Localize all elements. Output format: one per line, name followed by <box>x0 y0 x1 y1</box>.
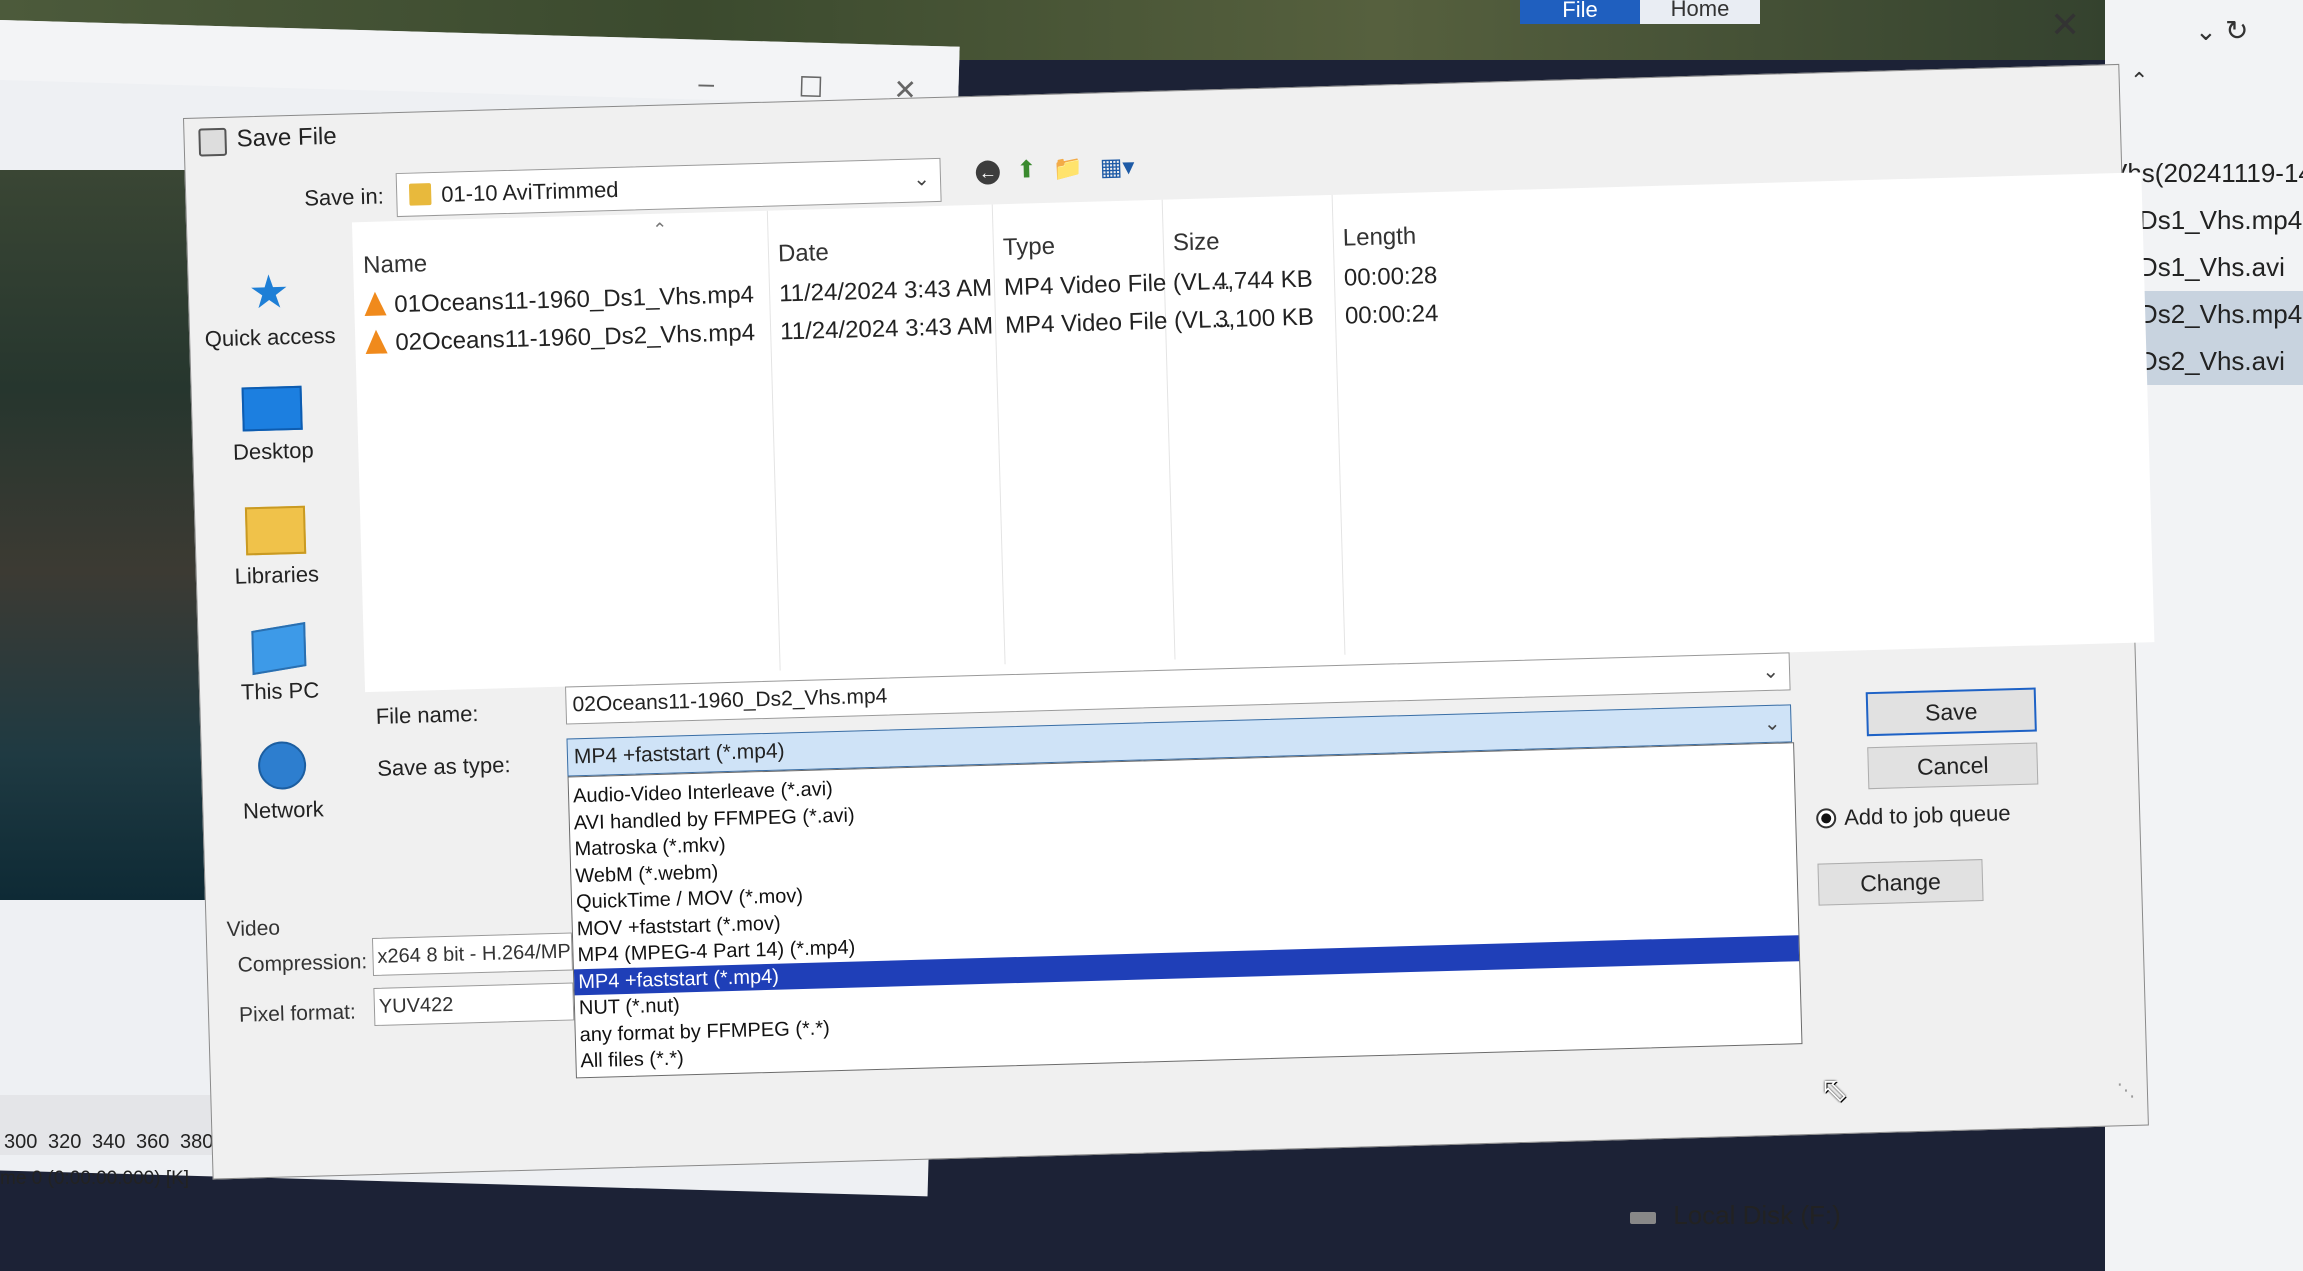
place-label: Libraries <box>234 561 320 589</box>
close-icon[interactable]: ✕ <box>2050 4 2283 46</box>
save-file-dialog: Save File Save in: 01-10 AviTrimmed ⌄ ← … <box>183 63 2155 1180</box>
sort-ascending-icon: ⌃ <box>652 219 668 240</box>
column-header-length[interactable]: Length <box>1342 223 1416 253</box>
add-to-queue-label: Add to job queue <box>1843 800 2011 830</box>
column-header-type[interactable]: Type <box>1003 233 1056 262</box>
save-in-value: 01-10 AviTrimmed <box>440 176 619 207</box>
places-bar: ★ Quick access Desktop Libraries This PC… <box>187 224 363 823</box>
vlc-icon <box>364 329 388 354</box>
tick-label: 360 <box>136 1131 170 1153</box>
save-type-label: Save as type: <box>376 752 511 781</box>
up-folder-icon[interactable]: ⬆ <box>1016 155 1037 185</box>
view-menu-icon[interactable]: ▦▾ <box>1099 152 1135 182</box>
dropdown-option[interactable]: any format by FFMPEG (*.*) <box>579 1015 830 1048</box>
compression-label: Compression: <box>237 950 368 977</box>
drive-item[interactable]: Local Disk (F:) <box>1630 1200 1841 1231</box>
ribbon-tab-file[interactable]: File <box>1520 0 1640 24</box>
chevron-down-icon: ⌄ <box>1763 712 1781 736</box>
chevron-up-icon[interactable]: ⌃ <box>2130 68 2148 94</box>
pixel-format-field[interactable]: YUV422 <box>373 982 575 1027</box>
desktop-icon <box>241 385 303 432</box>
file-name-cell: 01Oceans11-1960_Ds1_Vhs.mp4 <box>363 281 755 320</box>
file-name: 02Oceans11-1960_Ds2_Vhs.mp4 <box>394 319 756 357</box>
computer-icon <box>251 621 307 676</box>
cancel-button[interactable]: Cancel <box>1867 742 2039 790</box>
change-button[interactable]: Change <box>1817 859 1984 906</box>
file-date: 11/24/2024 3:43 AM <box>778 274 993 308</box>
place-network[interactable]: Network <box>201 739 363 825</box>
pixel-format-label: Pixel format: <box>238 1000 357 1027</box>
frame-position: me 0 (0:00:00.000) [K] <box>0 1168 190 1189</box>
video-group-label: Video <box>226 916 281 942</box>
maximize-icon[interactable]: ☐ <box>798 70 824 104</box>
place-label: Quick access <box>204 322 336 352</box>
vlc-icon <box>363 291 387 316</box>
dropdown-option[interactable]: Matroska (*.mkv) <box>574 832 726 862</box>
dropdown-option[interactable]: WebM (*.webm) <box>575 859 719 889</box>
add-to-queue-radio[interactable] <box>1815 808 1837 829</box>
tick-label: 320 <box>48 1131 82 1153</box>
tick-label: 340 <box>92 1131 126 1153</box>
place-label: Desktop <box>232 437 315 465</box>
dropdown-option[interactable]: All files (*.*) <box>580 1045 684 1074</box>
tick-label: 380 <box>180 1131 214 1153</box>
minimize-icon[interactable]: – <box>698 68 714 100</box>
dialog-title: Save File <box>236 122 337 153</box>
libraries-icon <box>244 505 307 556</box>
file-size: 3,100 KB <box>1214 303 1315 334</box>
network-icon <box>257 740 307 791</box>
file-name-value: 02Oceans11-1960_Ds2_Vhs.mp4 <box>572 684 888 717</box>
file-date: 11/24/2024 3:43 AM <box>779 312 994 346</box>
tick-label: 300 <box>4 1131 38 1153</box>
place-this-pc[interactable]: This PC <box>198 621 360 706</box>
save-type-dropdown-list[interactable]: Audio-Video Interleave (*.avi) AVI handle… <box>567 742 1803 1079</box>
place-label: This PC <box>240 677 320 705</box>
new-folder-icon[interactable]: 📁 <box>1053 154 1084 184</box>
mouse-cursor-icon: ⬁ <box>1820 1071 1849 1109</box>
column-header-name[interactable]: Name <box>363 250 428 280</box>
save-in-label: Save in: <box>303 183 385 211</box>
chevron-down-icon: ⌄ <box>912 168 931 191</box>
compression-field[interactable]: x264 8 bit - H.264/MP <box>371 932 573 977</box>
column-header-size[interactable]: Size <box>1172 228 1219 257</box>
file-length: 00:00:28 <box>1343 262 1438 292</box>
navigation-toolbar: ← ⬆ 📁 ▦▾ <box>975 152 1144 186</box>
place-desktop[interactable]: Desktop <box>192 384 354 466</box>
table-row[interactable]: 01Oceans11-1960_Ds1_Vhs.mp4 11/24/2024 3… <box>354 259 1554 318</box>
file-type: MP4 Video File (VL... <box>1004 305 1232 340</box>
file-list[interactable]: ⌃ Name Date Type Size Length 01Oceans11-… <box>351 172 2155 693</box>
column-header-date[interactable]: Date <box>778 239 829 268</box>
save-type-value: MP4 +faststart (*.mp4) <box>573 739 785 769</box>
file-length: 00:00:24 <box>1344 300 1439 330</box>
drive-icon <box>1630 1212 1656 1224</box>
file-type: MP4 Video File (VL... <box>1003 267 1231 302</box>
folder-icon <box>408 183 432 206</box>
ribbon-tab-home[interactable]: Home <box>1640 0 1760 24</box>
chevron-down-icon: ⌄ <box>1762 660 1780 684</box>
file-name: 01Oceans11-1960_Ds1_Vhs.mp4 <box>393 281 755 319</box>
file-size: 4,744 KB <box>1213 265 1314 296</box>
file-name-label: File name: <box>375 700 479 729</box>
resize-grip-icon[interactable]: ⋱ <box>2117 1080 2136 1101</box>
save-button[interactable]: Save <box>1865 687 2037 737</box>
back-icon[interactable]: ← <box>975 160 1001 185</box>
place-quick-access[interactable]: ★ Quick access <box>188 264 350 352</box>
star-icon: ★ <box>247 265 291 319</box>
file-name-cell: 02Oceans11-1960_Ds2_Vhs.mp4 <box>364 319 756 358</box>
place-libraries[interactable]: Libraries <box>195 504 357 590</box>
dropdown-option[interactable]: NUT (*.nut) <box>579 992 680 1021</box>
drive-label: Local Disk (F:) <box>1673 1200 1841 1230</box>
dialog-app-icon <box>198 127 228 157</box>
place-label: Network <box>242 796 325 824</box>
